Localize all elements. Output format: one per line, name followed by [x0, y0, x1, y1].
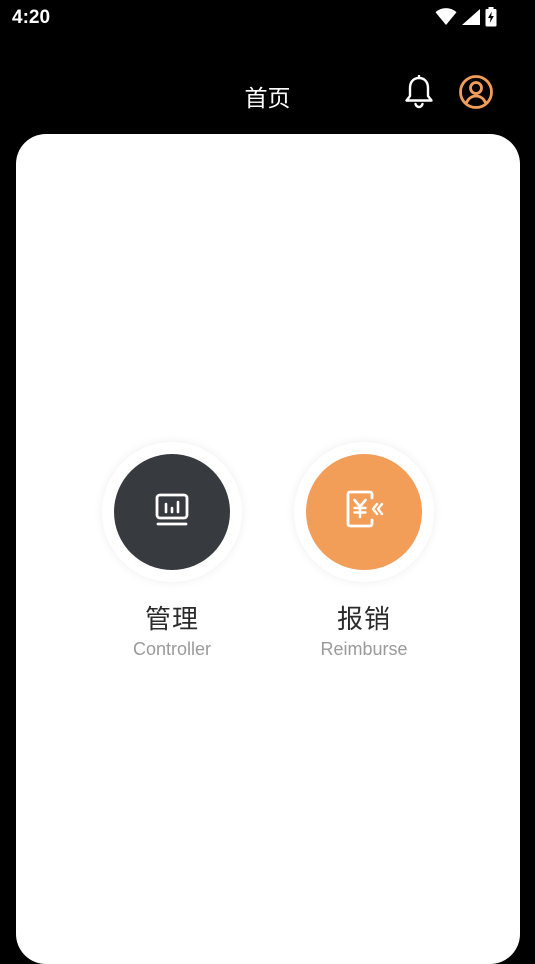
reimburse-title: 报销: [336, 605, 391, 635]
content-card: 管理 Controller 报销 Reimburse: [16, 134, 520, 964]
reimburse-icon-ring: [294, 442, 434, 582]
signal-icon: [461, 8, 481, 26]
wifi-icon: [435, 8, 457, 26]
controller-subtitle: Controller: [132, 639, 212, 659]
status-icons: [435, 7, 497, 27]
controller-icon-ring: [102, 442, 242, 582]
bell-icon: [403, 74, 435, 113]
app-header: 首页: [0, 60, 535, 128]
battery-charging-icon: [485, 7, 497, 27]
notifications-button[interactable]: [399, 74, 439, 114]
yuan-refund-icon: [342, 488, 386, 536]
reimburse-subtitle: Reimburse: [320, 639, 408, 659]
dashboard-monitor-icon: [152, 490, 192, 534]
profile-button[interactable]: [456, 74, 496, 114]
status-bar: 4:20: [0, 0, 535, 38]
controller-icon-circle: [114, 454, 230, 570]
user-profile-icon: [458, 74, 494, 114]
reimburse-button[interactable]: 报销 Reimburse: [294, 442, 434, 660]
status-time: 4:20: [12, 7, 51, 28]
controller-title: 管理: [144, 605, 199, 635]
page-title: 首页: [244, 86, 291, 112]
reimburse-icon-circle: [306, 454, 422, 570]
controller-button[interactable]: 管理 Controller: [102, 442, 242, 660]
